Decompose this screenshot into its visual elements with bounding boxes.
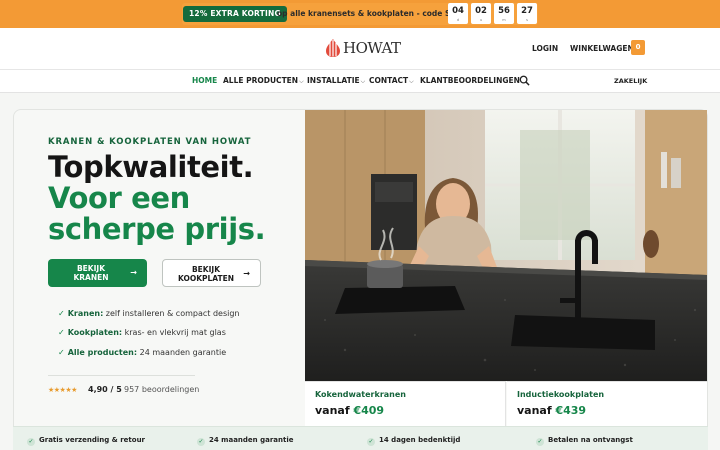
- category-price: vanaf €409: [315, 404, 385, 417]
- cart-count-badge[interactable]: 0: [631, 40, 645, 55]
- nav-installatie[interactable]: INSTALLATIE⌵: [307, 76, 365, 86]
- arrow-right-icon: →: [130, 268, 137, 277]
- flame-logo-icon: [326, 39, 340, 57]
- check-icon: ✓: [367, 438, 375, 446]
- check-icon: ✓: [58, 328, 65, 337]
- usp-item: ✓ Betalen na ontvangst: [536, 436, 633, 446]
- login-link[interactable]: LOGIN: [532, 44, 558, 53]
- chevron-down-icon: ⌵: [360, 78, 366, 85]
- rating-score: 4,90 / 5: [88, 385, 122, 394]
- category-price: vanaf €439: [517, 404, 587, 417]
- promo-badge: 12% EXTRA KORTING: [183, 6, 287, 22]
- hero-kitchen-photo: [305, 110, 707, 381]
- divider: [48, 375, 195, 376]
- rating-stars-icon: ★★★★★: [48, 386, 77, 394]
- hero-headline-1: Topkwaliteit.: [48, 150, 254, 184]
- category-title: Inductiekookplaten: [517, 390, 605, 399]
- zakelijk-link[interactable]: ZAKELIJK: [614, 77, 647, 85]
- nav-alle-producten[interactable]: ALLE PRODUCTEN⌵: [223, 76, 304, 86]
- view-kookplaten-button[interactable]: BEKIJK KOOKPLATEN →: [162, 259, 261, 287]
- countdown-seconds: 27 s: [517, 3, 537, 24]
- usp-item: ✓ Gratis verzending & retour: [27, 436, 146, 446]
- hero-headline-3: scherpe prijs.: [48, 212, 266, 246]
- nav-home[interactable]: HOME: [192, 76, 217, 85]
- check-icon: ✓: [197, 438, 205, 446]
- feature-item: ✓ Kookplaten: kras- en vlekvrij mat glas: [58, 328, 226, 337]
- countdown-days: 04 d: [448, 3, 468, 24]
- feature-item: ✓ Alle producten: 24 maanden garantie: [58, 348, 227, 357]
- usp-item: ✓ 14 dagen bedenktijd: [367, 436, 461, 446]
- promo-text: op alle kranensets & kookplaten - code S…: [277, 9, 467, 18]
- logo[interactable]: HOWAT: [324, 37, 401, 59]
- check-icon: ✓: [58, 309, 65, 318]
- category-card-inductiekookplaten[interactable]: Inductiekookplaten vanaf €439: [507, 381, 707, 426]
- category-card-kokendwaterkranen[interactable]: Kokendwaterkranen vanaf €409: [305, 381, 506, 426]
- chevron-down-icon: ⌵: [409, 78, 414, 85]
- check-icon: ✓: [58, 348, 65, 357]
- chevron-down-icon: ⌵: [299, 78, 304, 85]
- logo-text: HOWAT: [343, 39, 401, 57]
- usp-item: ✓ 24 maanden garantie: [197, 436, 294, 446]
- view-kranen-button[interactable]: BEKIJK KRANEN →: [48, 259, 147, 287]
- hero-headline-2: Voor een: [48, 181, 190, 215]
- check-icon: ✓: [27, 438, 35, 446]
- check-icon: ✓: [536, 438, 544, 446]
- countdown-hours: 02 u: [471, 3, 491, 24]
- hero-eyebrow: KRANEN & KOOKPLATEN VAN HOWAT: [48, 137, 252, 147]
- category-title: Kokendwaterkranen: [315, 390, 406, 399]
- search-icon[interactable]: [519, 75, 530, 86]
- arrow-right-icon: →: [243, 269, 250, 278]
- feature-item: ✓ Kranen: zelf installeren & compact desi…: [58, 309, 240, 318]
- review-count[interactable]: 957 beoordelingen: [124, 385, 199, 394]
- countdown-minutes: 56 m: [494, 3, 514, 24]
- nav-contact[interactable]: CONTACT⌵: [369, 76, 414, 86]
- cart-link[interactable]: WINKELWAGEN: [570, 44, 634, 53]
- nav-klantbeoordelingen[interactable]: KLANTBEOORDELINGEN: [420, 76, 520, 85]
